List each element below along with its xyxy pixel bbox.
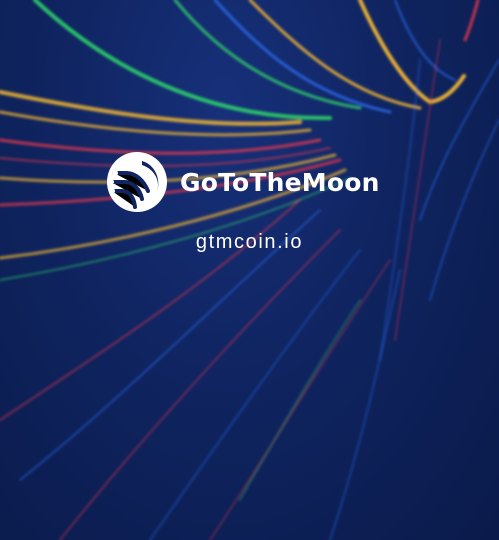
domain-link[interactable]: gtmcoin.io — [0, 230, 499, 254]
promo-banner: GoToTheMoon gtmcoin.io — [0, 0, 499, 540]
moon-orbit-logo-icon — [107, 152, 167, 212]
light-streaks-background — [0, 0, 499, 540]
brand-name: GoToTheMoon — [180, 167, 380, 197]
brand-lockup: GoToTheMoon — [106, 151, 380, 213]
